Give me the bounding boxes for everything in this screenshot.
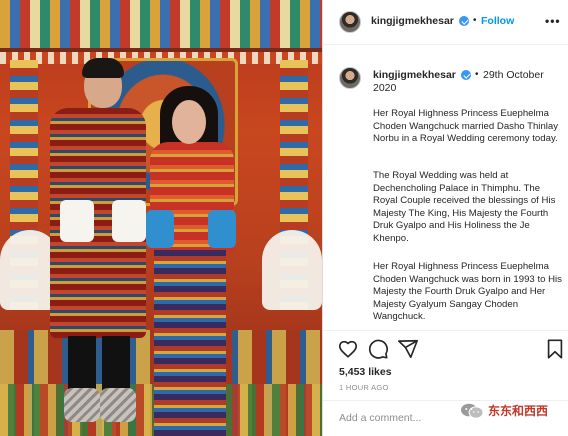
heart-icon[interactable] — [337, 338, 359, 360]
header-username[interactable]: kingjigmekhesar — [371, 15, 454, 27]
post-sidebar: kingjigmekhesar • Follow ••• kingjigmekh… — [322, 0, 568, 436]
watermark: 东东和西西 — [460, 402, 548, 419]
bride-sleeve-left — [146, 210, 174, 248]
comment-divider — [323, 400, 568, 401]
bride-kira — [154, 250, 226, 436]
groom-boot-left — [64, 388, 100, 422]
comment-icon[interactable] — [367, 338, 389, 360]
groom-cuff-right — [112, 200, 146, 242]
groom-boot-right — [100, 388, 136, 422]
groom-legs — [68, 336, 130, 394]
groom-cuff-left — [60, 200, 94, 242]
follow-separator: • — [473, 15, 477, 26]
wechat-icon — [460, 403, 484, 419]
more-options-icon[interactable]: ••• — [545, 14, 561, 28]
photo-silk-right — [262, 230, 322, 310]
photo-canopy — [0, 0, 322, 52]
likes-count[interactable]: 5,453 likes — [339, 366, 392, 378]
actions-divider — [323, 330, 568, 331]
bookmark-icon[interactable] — [545, 338, 567, 360]
caption-avatar[interactable] — [339, 67, 361, 89]
header-avatar[interactable] — [339, 11, 361, 33]
verified-badge-icon — [459, 16, 469, 26]
groom-hair — [82, 58, 124, 78]
caption-paragraph: The Royal Wedding was held at Dechenchol… — [373, 170, 556, 244]
watermark-text: 东东和西西 — [488, 404, 549, 418]
bride-sleeve-right — [208, 210, 236, 248]
follow-button[interactable]: Follow — [481, 15, 514, 27]
share-icon[interactable] — [397, 338, 419, 360]
header-divider — [323, 44, 568, 45]
post-photo[interactable] — [0, 0, 322, 436]
post-time-ago: 1 HOUR AGO — [339, 383, 389, 392]
post-date: 29th October 2020 — [373, 69, 544, 94]
bride-face — [172, 100, 206, 144]
caption-paragraph: Her Royal Highness Princess Euephelma Ch… — [373, 261, 562, 323]
caption-paragraph: Her Royal Highness Princess Euephelma Ch… — [373, 108, 559, 145]
